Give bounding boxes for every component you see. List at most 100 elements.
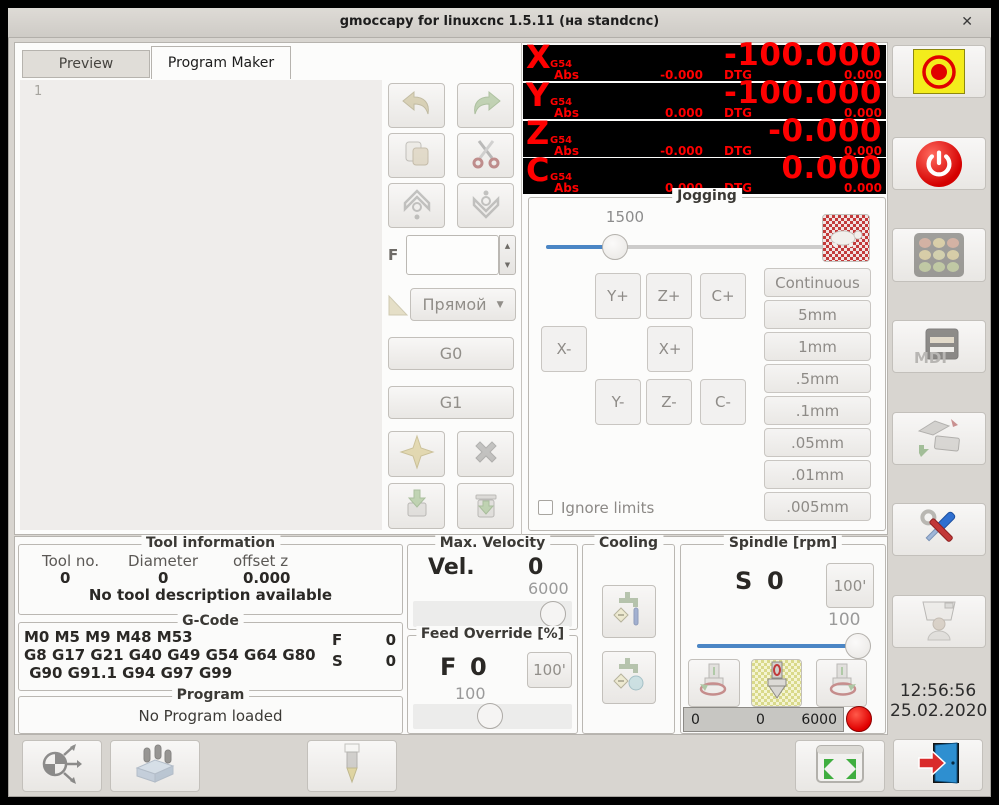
exit-button[interactable] bbox=[893, 739, 983, 791]
discard-program-button[interactable] bbox=[457, 483, 514, 529]
dtg-label: DTG bbox=[724, 144, 752, 158]
fullscreen-button[interactable] bbox=[795, 740, 885, 792]
mdi-button[interactable]: MDI bbox=[892, 320, 986, 373]
touch-off-button[interactable] bbox=[22, 740, 102, 792]
tab-preview[interactable]: Preview bbox=[22, 50, 150, 78]
copy-button[interactable] bbox=[388, 133, 445, 178]
jog-x-minus-button[interactable]: X- bbox=[541, 326, 587, 372]
save-program-button[interactable] bbox=[388, 483, 445, 529]
flood-coolant-button[interactable] bbox=[602, 585, 656, 638]
tool-measure-button[interactable] bbox=[307, 740, 397, 792]
abs-value: -0.000 bbox=[660, 68, 703, 82]
close-icon[interactable]: ✕ bbox=[961, 14, 973, 30]
feed-override-value: 0 bbox=[470, 653, 487, 681]
increment-005mm-button[interactable]: .05mm bbox=[764, 428, 871, 457]
reset-label: 100' bbox=[533, 661, 566, 679]
reset-label: 100' bbox=[833, 576, 867, 595]
motion-type-dropdown[interactable]: Прямой ▼ bbox=[410, 288, 516, 321]
spindle-override-slider-handle[interactable] bbox=[845, 633, 871, 659]
spindle-right-button[interactable] bbox=[816, 659, 867, 707]
max-velocity-title: Max. Velocity bbox=[434, 535, 551, 551]
diameter-header: Diameter bbox=[128, 552, 199, 570]
feed-override-label: F bbox=[440, 653, 457, 681]
undo-button[interactable] bbox=[388, 83, 445, 128]
chevron-down-icon: ▼ bbox=[496, 299, 504, 310]
axis-letter: Z bbox=[526, 114, 550, 152]
spindle-value: 0 bbox=[767, 567, 784, 595]
jog-speed-slider-handle[interactable] bbox=[602, 234, 628, 260]
program-status: No Program loaded bbox=[138, 707, 283, 725]
spin-down-icon[interactable]: ▼ bbox=[505, 261, 510, 269]
tool-settings-button[interactable] bbox=[892, 412, 986, 465]
feed-entry[interactable] bbox=[406, 235, 499, 275]
user-tabs-button[interactable] bbox=[892, 595, 986, 648]
new-line-button[interactable] bbox=[388, 431, 445, 477]
homing-button[interactable] bbox=[892, 228, 986, 282]
increment-1mm-button[interactable]: 1mm bbox=[764, 332, 871, 361]
cooling-frame: Cooling bbox=[582, 535, 675, 734]
redo-button[interactable] bbox=[457, 83, 514, 128]
gcode-editor[interactable]: 1 bbox=[20, 80, 382, 530]
move-line-up-button[interactable] bbox=[388, 183, 445, 228]
max-velocity-slider-handle[interactable] bbox=[540, 601, 566, 627]
increment-label: 1mm bbox=[798, 337, 837, 356]
mist-coolant-button[interactable] bbox=[602, 651, 656, 704]
delete-line-button[interactable] bbox=[457, 431, 514, 477]
tab-preview-label: Preview bbox=[58, 56, 114, 72]
cut-button[interactable] bbox=[457, 133, 514, 178]
spindle-override-current: 100 bbox=[828, 610, 861, 630]
turtle-jog-toggle-button[interactable] bbox=[822, 214, 870, 262]
angle-icon bbox=[386, 290, 410, 322]
g0-button[interactable]: G0 bbox=[388, 337, 514, 370]
machine-on-button[interactable] bbox=[892, 137, 986, 190]
feed-entry-label: F bbox=[388, 246, 399, 264]
g1-button[interactable]: G1 bbox=[388, 386, 514, 419]
jog-c-plus-button[interactable]: C+ bbox=[700, 273, 746, 319]
monitor-user-icon bbox=[915, 598, 963, 646]
estop-button[interactable] bbox=[892, 45, 986, 98]
feed-entry-spinner[interactable]: ▲ ▼ bbox=[499, 235, 516, 275]
axis-position: 0.000 bbox=[781, 150, 882, 186]
axis-letter: C bbox=[526, 151, 550, 189]
diameter-value: 0 bbox=[158, 569, 169, 587]
increment-continuous-button[interactable]: Continuous bbox=[764, 268, 871, 297]
move-line-down-button[interactable] bbox=[457, 183, 514, 228]
touch-off-icon bbox=[38, 742, 86, 790]
clock-time: 12:56:56 bbox=[899, 681, 977, 701]
jog-x-plus-button[interactable]: X+ bbox=[647, 326, 693, 372]
jog-z-plus-button[interactable]: Z+ bbox=[646, 273, 692, 319]
spindle-left-button[interactable] bbox=[688, 659, 740, 707]
increment-05mm-button[interactable]: .5mm bbox=[764, 364, 871, 393]
vel-value: 0 bbox=[528, 555, 544, 580]
ignore-limits-label: Ignore limits bbox=[561, 499, 655, 517]
motion-type-value: Прямой bbox=[422, 295, 487, 314]
tool-no-header: Tool no. bbox=[42, 552, 100, 570]
feed-override-slider-handle[interactable] bbox=[477, 703, 503, 729]
jog-z-minus-button[interactable]: Z- bbox=[646, 379, 692, 425]
increment-001mm-button[interactable]: .01mm bbox=[764, 460, 871, 489]
abs-label: Abs bbox=[554, 106, 580, 120]
jog-c-minus-button[interactable]: C- bbox=[700, 379, 746, 425]
spindle-cw-icon bbox=[824, 662, 860, 704]
increment-01mm-button[interactable]: .1mm bbox=[764, 396, 871, 425]
jog-y-minus-button[interactable]: Y- bbox=[595, 379, 641, 425]
touch-plate-button[interactable] bbox=[110, 740, 200, 792]
increment-0005mm-button[interactable]: .005mm bbox=[764, 492, 871, 521]
jog-label: Y+ bbox=[607, 287, 629, 305]
spindle-stop-button[interactable] bbox=[751, 659, 802, 707]
workpiece-icon bbox=[131, 742, 179, 790]
spin-up-icon[interactable]: ▲ bbox=[505, 242, 510, 250]
feed-override-reset-button[interactable]: 100' bbox=[527, 652, 572, 688]
save-icon bbox=[401, 488, 433, 524]
gcode-s-value: 0 bbox=[385, 652, 396, 670]
ignore-limits-checkbox[interactable] bbox=[538, 500, 553, 515]
vel-label: Vel. bbox=[428, 555, 475, 580]
gcode-title: G-Code bbox=[177, 613, 244, 629]
jog-y-plus-button[interactable]: Y+ bbox=[595, 273, 641, 319]
abs-label: Abs bbox=[554, 68, 580, 82]
settings-button[interactable] bbox=[892, 503, 986, 556]
tab-program-maker[interactable]: Program Maker bbox=[151, 46, 291, 79]
increment-5mm-button[interactable]: 5mm bbox=[764, 300, 871, 329]
spindle-override-reset-button[interactable]: 100' bbox=[826, 563, 874, 608]
jog-label: X+ bbox=[658, 340, 682, 358]
